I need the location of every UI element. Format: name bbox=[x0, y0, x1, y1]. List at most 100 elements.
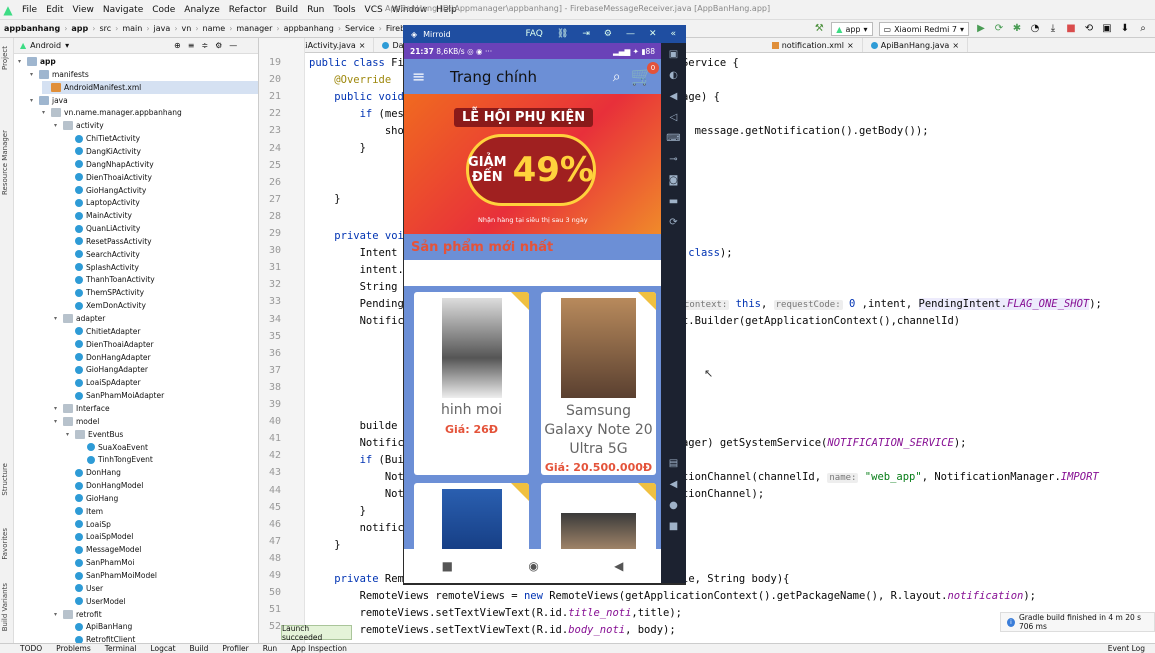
tree-item[interactable]: DienThoaiActivity bbox=[66, 171, 258, 184]
volume-down-icon[interactable]: ◁ bbox=[670, 112, 678, 123]
tree-item[interactable]: LoaiSp bbox=[66, 518, 258, 531]
tree-item[interactable]: ▾ vn.name.manager.appbanhang bbox=[42, 106, 258, 119]
tree-item[interactable]: GioHangAdapter bbox=[66, 363, 258, 376]
search-everywhere-icon[interactable]: ⌕ bbox=[1137, 23, 1149, 35]
recents-icon[interactable]: ■ bbox=[442, 559, 453, 573]
breadcrumb-item[interactable]: app bbox=[71, 24, 88, 33]
screenshot-icon[interactable]: ▣ bbox=[669, 49, 678, 60]
breadcrumb-item[interactable]: main bbox=[122, 24, 142, 33]
tree-item[interactable]: MessageModel bbox=[66, 543, 258, 556]
tree-item[interactable]: Item bbox=[66, 505, 258, 518]
breadcrumb-item[interactable]: name bbox=[203, 24, 226, 33]
tree-item[interactable]: SanPhamMoi bbox=[66, 556, 258, 569]
chevron-down-icon[interactable]: ▾ bbox=[18, 58, 27, 65]
breadcrumb-item[interactable]: vn bbox=[182, 24, 192, 33]
tree-item[interactable]: ▾ java bbox=[30, 94, 258, 107]
tree-item[interactable]: LaptopActivity bbox=[66, 196, 258, 209]
chevron-down-icon[interactable]: ▾ bbox=[54, 405, 63, 412]
tree-item[interactable]: DonHang bbox=[66, 466, 258, 479]
tree-item[interactable]: ▾ retrofit bbox=[54, 608, 258, 621]
product-card[interactable]: Samsung Galaxy Note 20 Ultra 5G Giá: 20.… bbox=[541, 292, 656, 475]
chevron-down-icon[interactable]: ▾ bbox=[66, 431, 75, 438]
menu-item-view[interactable]: View bbox=[73, 5, 94, 15]
tree-item[interactable]: ThemSPActivity bbox=[66, 286, 258, 299]
avd-manager-icon[interactable]: ▣ bbox=[1101, 23, 1113, 35]
chevron-down-icon[interactable]: ▾ bbox=[30, 97, 39, 104]
structure-tool-tab[interactable]: Structure bbox=[1, 463, 9, 496]
tree-item[interactable]: LoaiSpModel bbox=[66, 530, 258, 543]
tree-item[interactable]: ▾ activity bbox=[54, 119, 258, 132]
tree-item[interactable]: SanPhamMoiAdapter bbox=[66, 389, 258, 402]
chevron-down-icon[interactable]: ▾ bbox=[54, 418, 63, 425]
menu-item-code[interactable]: Code bbox=[152, 5, 175, 15]
chevron-down-icon[interactable]: ▾ bbox=[54, 315, 63, 322]
mirroid-window[interactable]: ◈ Mirroid FAQ ⛓ ⇥ ⚙ — ✕ « 21:37 8,6KB/s … bbox=[403, 25, 686, 585]
tree-item[interactable]: DonHangModel bbox=[66, 479, 258, 492]
back-icon[interactable]: ◀ bbox=[614, 559, 623, 573]
tree-item[interactable]: SplashActivity bbox=[66, 261, 258, 274]
chevron-down-icon[interactable]: ▾ bbox=[54, 611, 63, 618]
profiler-tab[interactable]: Profiler bbox=[222, 644, 248, 653]
tree-item[interactable]: DienThoaiAdapter bbox=[66, 338, 258, 351]
back-icon[interactable]: ◀ bbox=[670, 479, 678, 490]
menu-icon[interactable]: ≡ bbox=[412, 67, 442, 86]
cart-icon[interactable]: 🛒 0 bbox=[631, 62, 659, 87]
tree-item[interactable]: ChitietAdapter bbox=[66, 325, 258, 338]
promo-banner[interactable]: LỄ HỘI PHỤ KIỆN GIẢM ĐẾN 49% Nhận hàng tạ… bbox=[404, 94, 661, 234]
apply-changes-icon[interactable]: ⟳ bbox=[993, 23, 1005, 35]
apk-icon[interactable]: ▤ bbox=[669, 458, 678, 469]
tree-item[interactable]: ▾ manifests bbox=[30, 68, 258, 81]
build-tab[interactable]: Build bbox=[190, 644, 209, 653]
menu-item-run[interactable]: Run bbox=[307, 5, 324, 15]
toggle-icon[interactable]: ⊸ bbox=[669, 154, 677, 165]
rotate-icon[interactable]: ⟳ bbox=[669, 217, 677, 228]
logcat-tab[interactable]: Logcat bbox=[150, 644, 175, 653]
breadcrumb-item[interactable]: java bbox=[154, 24, 171, 33]
run-config-select[interactable]: ▲ app ▾ bbox=[831, 22, 873, 36]
tree-item[interactable]: DangKiActivity bbox=[66, 145, 258, 158]
menu-item-file[interactable]: File bbox=[22, 5, 37, 15]
hide-icon[interactable]: — bbox=[229, 41, 237, 50]
menu-item-analyze[interactable]: Analyze bbox=[184, 5, 219, 15]
tree-item[interactable]: SanPhamMoiModel bbox=[66, 569, 258, 582]
app-inspection-tab[interactable]: App Inspection bbox=[291, 644, 347, 653]
tree-item[interactable]: QuanLiActivity bbox=[66, 222, 258, 235]
build-variants-tool-tab[interactable]: Build Variants bbox=[1, 583, 9, 631]
tree-item[interactable]: ChiTietActivity bbox=[66, 132, 258, 145]
pin-icon[interactable]: ⇥ bbox=[582, 29, 590, 39]
tree-item[interactable]: ▾ app bbox=[18, 55, 258, 68]
menu-item-build[interactable]: Build bbox=[276, 5, 299, 15]
chevron-down-icon[interactable]: ▾ bbox=[42, 109, 51, 116]
tree-item[interactable]: ▾ model bbox=[54, 415, 258, 428]
problems-tab[interactable]: Problems bbox=[56, 644, 91, 653]
project-tool-tab[interactable]: Project bbox=[1, 46, 9, 70]
menu-item-navigate[interactable]: Navigate bbox=[103, 5, 143, 15]
tree-item[interactable]: ResetPassActivity bbox=[66, 235, 258, 248]
tree-item[interactable]: TinhTongEvent bbox=[78, 453, 258, 466]
tree-item[interactable]: XemDonActivity bbox=[66, 299, 258, 312]
tab-notification-xml[interactable]: notification.xml × bbox=[764, 38, 863, 52]
tree-item[interactable]: SearchActivity bbox=[66, 248, 258, 261]
collapse-all-icon[interactable]: ≑ bbox=[201, 41, 208, 50]
close-icon[interactable]: ✕ bbox=[649, 29, 657, 39]
gear-icon[interactable]: ⚙ bbox=[215, 41, 222, 50]
record-icon[interactable]: ▬ bbox=[669, 196, 678, 207]
tree-item[interactable]: GioHang bbox=[66, 492, 258, 505]
favorites-tool-tab[interactable]: Favorites bbox=[1, 528, 9, 560]
phone-screen[interactable]: 21:37 8,6KB/s ◎ ◉ ··· ▂▄▆ ✦ ▮88 ≡ Trang … bbox=[404, 43, 661, 583]
breadcrumb-item[interactable]: manager bbox=[236, 24, 272, 33]
minimize-icon[interactable]: — bbox=[626, 29, 635, 39]
tree-item[interactable]: UserModel bbox=[66, 595, 258, 608]
keyboard-icon[interactable]: ⌨ bbox=[666, 133, 680, 144]
volume-up-icon[interactable]: ◀ bbox=[670, 91, 678, 102]
recents-icon[interactable]: ■ bbox=[669, 521, 678, 532]
breadcrumb-item[interactable]: appbanhang bbox=[284, 24, 334, 33]
chevron-down-icon[interactable]: ▾ bbox=[30, 71, 39, 78]
stop-icon[interactable]: ■ bbox=[1065, 23, 1077, 35]
chevron-down-icon[interactable]: ▾ bbox=[54, 122, 63, 129]
locate-icon[interactable]: ⊕ bbox=[174, 41, 181, 50]
home-icon[interactable]: ● bbox=[669, 500, 678, 511]
settings-icon[interactable]: ⚙ bbox=[604, 29, 612, 39]
sdk-manager-icon[interactable]: ⬇ bbox=[1119, 23, 1131, 35]
tree-item[interactable]: SuaXoaEvent bbox=[78, 441, 258, 454]
